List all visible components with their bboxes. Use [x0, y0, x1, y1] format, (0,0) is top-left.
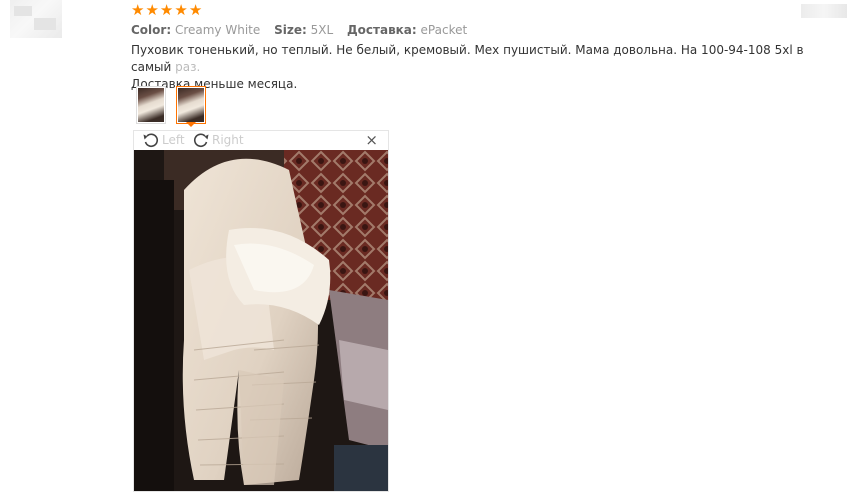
photo-thumbnails — [136, 86, 206, 124]
star-icon: ★ — [159, 1, 174, 19]
star-icon: ★ — [131, 1, 145, 19]
rotate-right-button[interactable]: Right — [192, 132, 244, 148]
size-value: 5XL — [310, 23, 334, 37]
jacket-photo-image — [134, 150, 388, 491]
star-icon: ★ — [188, 1, 203, 19]
reviewer-avatar-blurred — [10, 0, 62, 38]
close-viewer-button[interactable]: × — [365, 131, 378, 149]
size-label: Size: — [274, 23, 307, 37]
star-icon: ★ — [174, 1, 188, 19]
photo-thumbnail-1[interactable] — [136, 86, 166, 124]
star-rating: ★ ★ ★ ★ ★ — [131, 2, 202, 18]
review-photo — [134, 150, 388, 491]
review-text: Пуховик тоненький, но теплый. Не белый, … — [131, 42, 821, 93]
rotate-left-button[interactable]: Left — [142, 132, 185, 148]
star-icon: ★ — [145, 1, 159, 19]
shipping-label: Доставка: — [346, 23, 417, 37]
color-label: Color: — [131, 23, 172, 37]
rotate-left-icon — [143, 133, 159, 148]
review-date-blurred — [801, 4, 847, 18]
active-thumbnail-indicator — [186, 122, 196, 127]
rotate-left-label: Left — [162, 133, 185, 147]
photo-viewer: Left Right × — [133, 130, 389, 492]
photo-thumbnail-2[interactable] — [176, 86, 206, 124]
viewer-toolbar: Left Right × — [134, 131, 388, 149]
color-value: Creamy White — [174, 23, 261, 37]
review-text-line1: Пуховик тоненький, но теплый. Не белый, … — [131, 43, 804, 74]
shipping-value: ePacket — [420, 23, 468, 37]
order-details: Color: Creamy White Size: 5XL Доставка: … — [131, 22, 477, 38]
rotate-right-label: Right — [212, 133, 244, 147]
review-text-overflow: раз. — [171, 60, 201, 74]
rotate-right-icon — [193, 133, 209, 148]
